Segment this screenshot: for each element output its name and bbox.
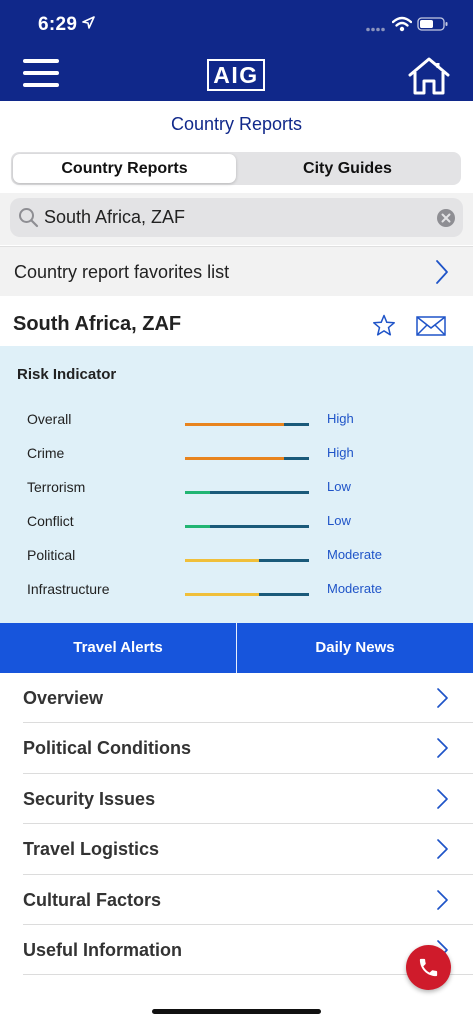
segment-city-guides[interactable]: City Guides — [236, 154, 459, 183]
chevron-right-icon — [437, 688, 448, 708]
menu-item-label: Security Issues — [23, 788, 156, 809]
daily-news-button[interactable]: Daily News — [237, 623, 473, 673]
risk-row-crime: Crime High — [0, 445, 473, 479]
segment-country-reports[interactable]: Country Reports — [13, 154, 236, 183]
chevron-right-icon — [437, 738, 448, 759]
clear-search-icon[interactable] — [437, 209, 455, 227]
menu-item-label: Cultural Factors — [23, 889, 162, 910]
tab-divider — [236, 623, 237, 673]
risk-level: Low — [327, 479, 351, 494]
risk-bar — [185, 559, 309, 562]
risk-label: Political — [27, 547, 76, 563]
segmented-control: Country Reports City Guides — [11, 152, 461, 185]
chevron-right-icon — [437, 889, 448, 910]
menu-item-label: Political Conditions — [23, 738, 192, 759]
risk-level: Moderate — [327, 581, 382, 596]
aig-logo: AIG — [207, 59, 265, 91]
menu-item-label: Overview — [23, 688, 104, 708]
menu-item-security-issues[interactable]: Security Issues — [23, 774, 473, 825]
risk-bar-fill — [185, 457, 285, 460]
signal-dots-icon — [366, 27, 385, 32]
hamburger-icon — [23, 59, 59, 63]
battery-icon — [417, 17, 448, 31]
menu-item-label: Useful Information — [23, 939, 183, 960]
home-icon[interactable] — [407, 57, 451, 95]
risk-bar — [185, 423, 309, 426]
report-sections-list: Overview Political Conditions Security I… — [0, 673, 473, 976]
risk-row-infrastructure: Infrastructure Moderate — [0, 581, 473, 615]
favorites-list-label: Country report favorites list — [14, 262, 230, 282]
risk-level: High — [327, 445, 354, 460]
status-time: 6:29 — [38, 14, 78, 35]
risk-indicator-panel: Risk Indicator Overall High Crime High T… — [0, 346, 473, 623]
risk-level: High — [327, 411, 354, 426]
risk-level: Low — [327, 513, 351, 528]
menu-item-political-conditions[interactable]: Political Conditions — [23, 723, 473, 774]
hamburger-menu-button[interactable] — [23, 59, 59, 91]
risk-bar — [185, 457, 309, 460]
favorite-star-icon[interactable] — [372, 314, 396, 337]
page-title: Country Reports — [170, 114, 303, 134]
risk-label: Overall — [27, 411, 72, 427]
menu-item-label: Travel Logistics — [23, 839, 160, 860]
risk-bar-fill — [185, 525, 210, 528]
emergency-call-button[interactable] — [406, 945, 451, 990]
top-bar: 6:29 AIG — [0, 0, 473, 101]
travel-alerts-button[interactable]: Travel Alerts — [0, 623, 236, 673]
menu-item-cultural-factors[interactable]: Cultural Factors — [23, 875, 473, 925]
menu-item-travel-logistics[interactable]: Travel Logistics — [23, 824, 473, 875]
risk-label: Infrastructure — [27, 581, 110, 597]
country-name: South Africa, ZAF — [13, 313, 182, 335]
risk-row-terrorism: Terrorism Low — [0, 479, 473, 513]
risk-bar-fill — [185, 593, 260, 596]
risk-bar — [185, 525, 309, 528]
risk-row-overall: Overall High — [0, 411, 473, 445]
search-box — [10, 198, 463, 237]
risk-bar-fill — [185, 491, 210, 494]
risk-label: Crime — [27, 445, 65, 461]
risk-label: Conflict — [27, 513, 74, 529]
search-input[interactable] — [44, 198, 414, 237]
country-header: South Africa, ZAF — [0, 296, 473, 346]
chevron-right-icon — [437, 788, 448, 809]
chevron-right-icon — [437, 839, 448, 860]
risk-bar-fill — [185, 423, 285, 426]
risk-bar — [185, 593, 309, 596]
search-bar — [0, 193, 473, 245]
risk-label: Terrorism — [27, 479, 86, 495]
location-arrow-icon — [82, 16, 95, 29]
chevron-right-icon — [436, 260, 448, 284]
risk-bar-fill — [185, 559, 260, 562]
risk-row-political: Political Moderate — [0, 547, 473, 581]
search-icon — [19, 208, 39, 228]
menu-item-overview[interactable]: Overview — [23, 673, 473, 724]
risk-indicator-title: Risk Indicator — [17, 366, 117, 383]
wifi-icon — [392, 16, 412, 32]
alerts-news-tabbar: Travel Alerts Daily News — [0, 623, 473, 673]
favorites-list-row[interactable]: Country report favorites list — [0, 246, 473, 296]
email-icon[interactable] — [416, 316, 446, 336]
risk-bar — [185, 491, 309, 494]
risk-level: Moderate — [327, 547, 382, 562]
phone-icon — [419, 958, 438, 977]
home-indicator — [152, 1009, 321, 1014]
risk-row-conflict: Conflict Low — [0, 513, 473, 547]
